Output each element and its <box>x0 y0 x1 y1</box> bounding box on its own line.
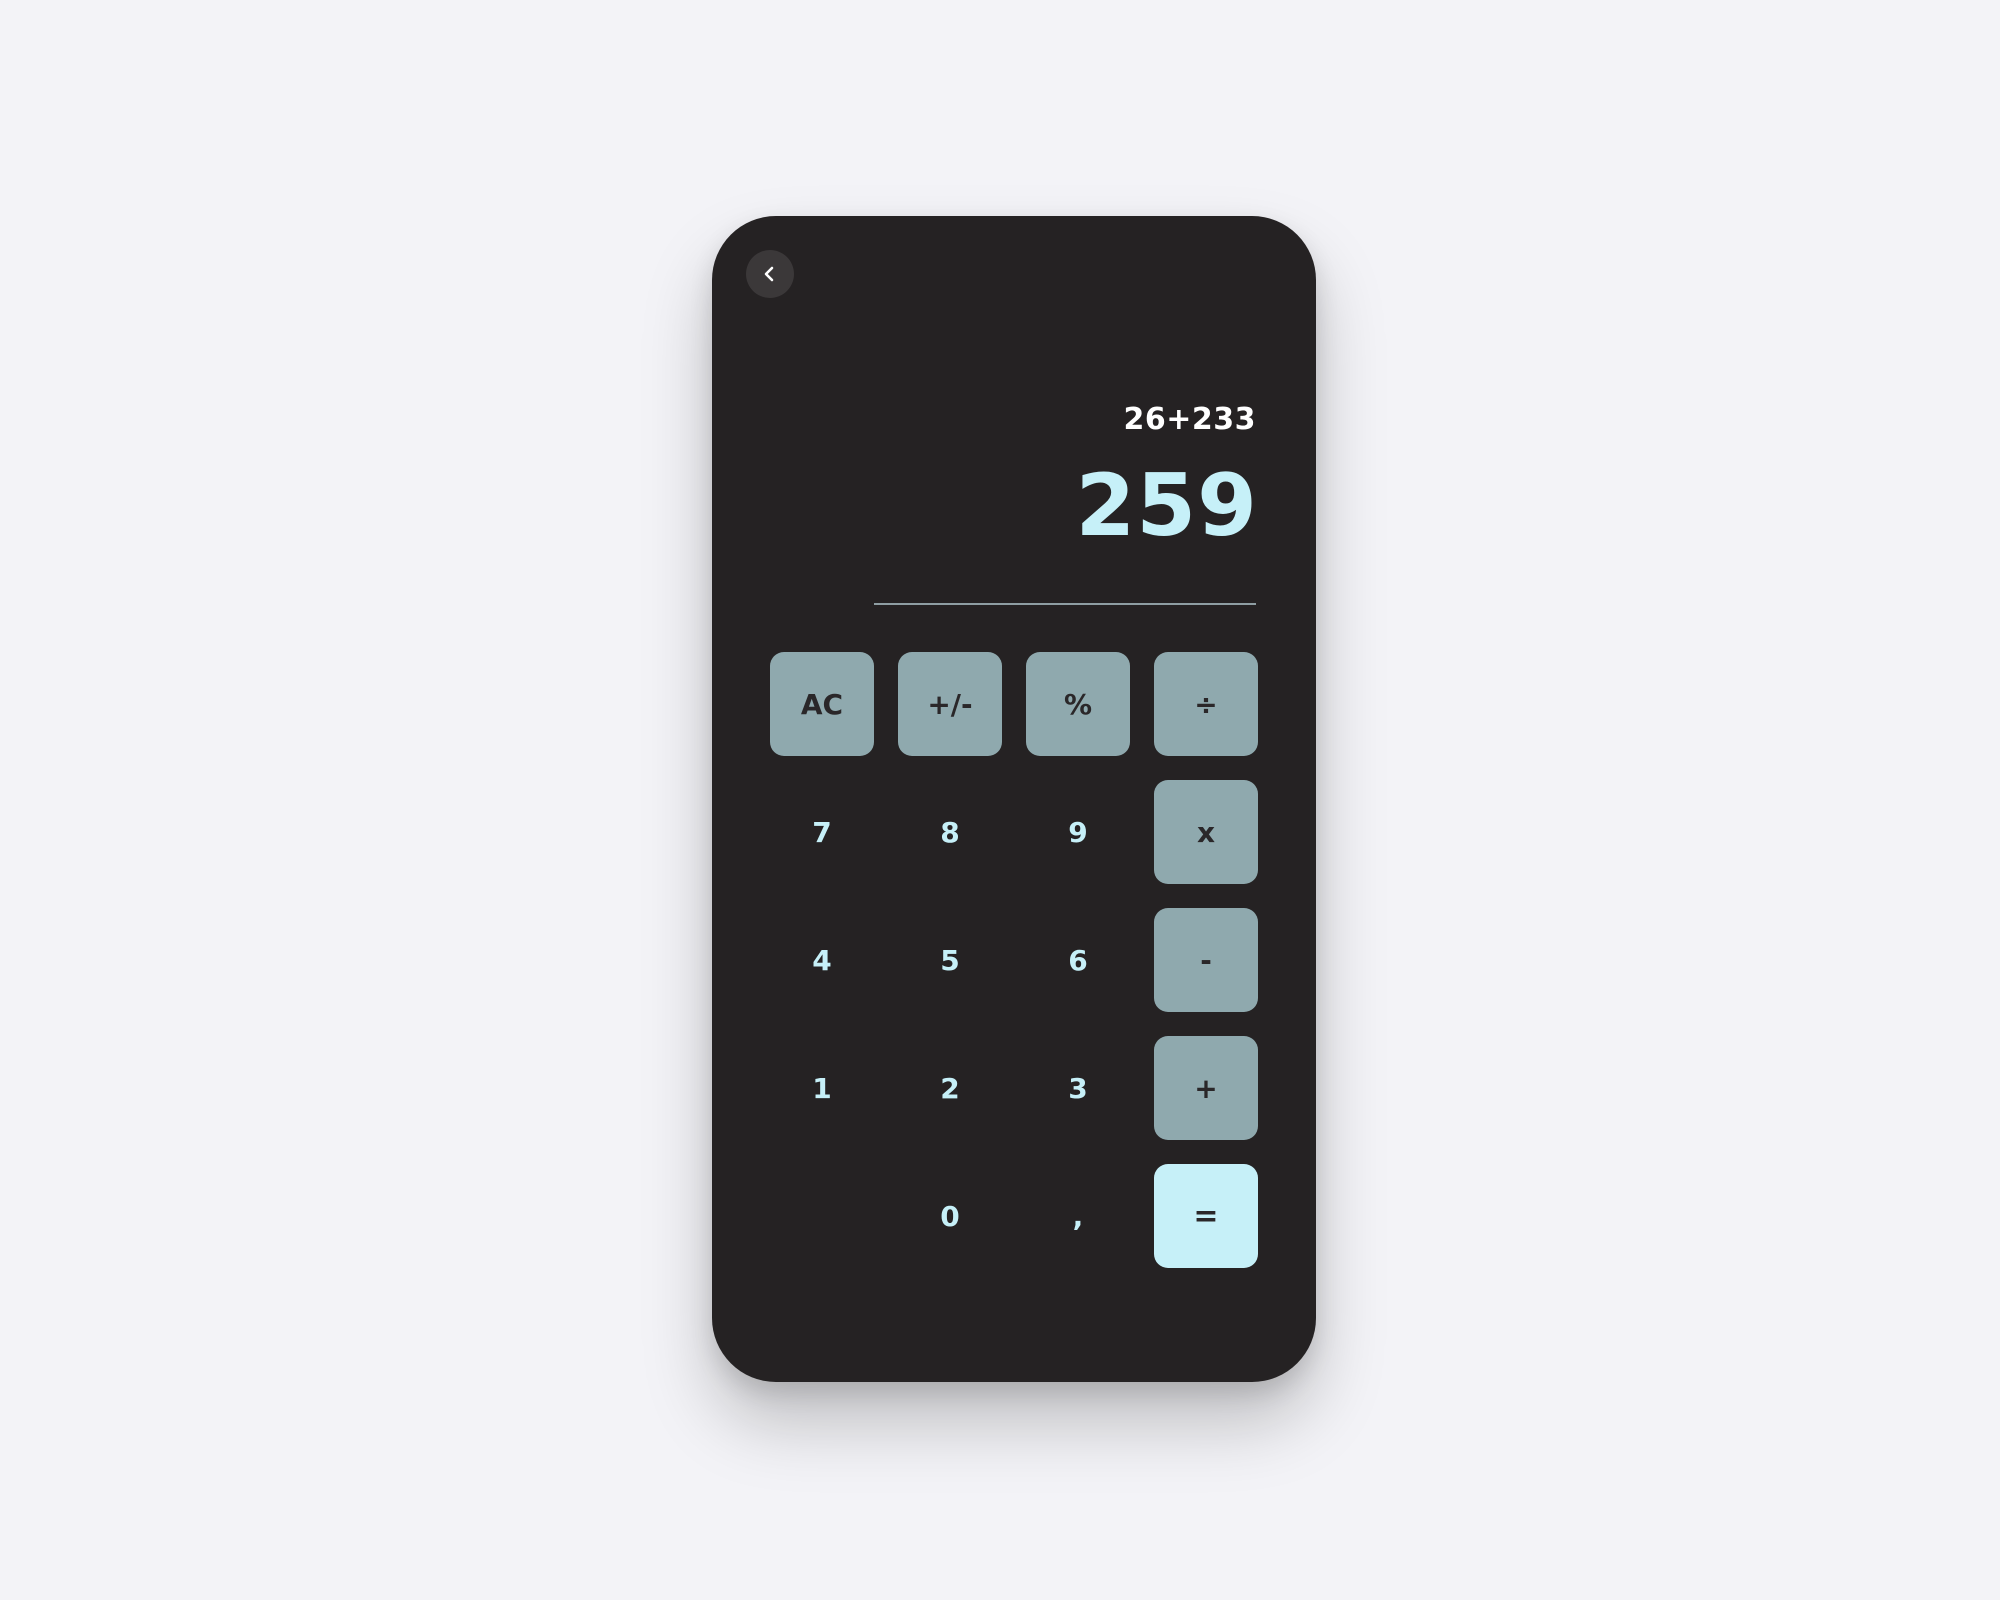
digit-3-button[interactable]: 3 <box>1026 1036 1130 1140</box>
plus-button[interactable]: + <box>1154 1036 1258 1140</box>
display-divider <box>874 603 1256 605</box>
multiply-button[interactable]: x <box>1154 780 1258 884</box>
digit-5-button[interactable]: 5 <box>898 908 1002 1012</box>
digit-2-button[interactable]: 2 <box>898 1036 1002 1140</box>
digit-9-button[interactable]: 9 <box>1026 780 1130 884</box>
plus-minus-button[interactable]: +/- <box>898 652 1002 756</box>
result-display: 259 <box>1075 456 1258 556</box>
ac-button[interactable]: AC <box>770 652 874 756</box>
digit-0-button[interactable]: 0 <box>898 1164 1002 1268</box>
digit-4-button[interactable]: 4 <box>770 908 874 1012</box>
divide-button[interactable]: ÷ <box>1154 652 1258 756</box>
chevron-left-icon <box>761 265 779 283</box>
keypad: AC +/- % ÷ 7 8 9 x 4 5 6 - 1 2 3 + 0 , = <box>770 652 1258 1268</box>
digit-6-button[interactable]: 6 <box>1026 908 1130 1012</box>
digit-1-button[interactable]: 1 <box>770 1036 874 1140</box>
equals-button[interactable]: = <box>1154 1164 1258 1268</box>
digit-8-button[interactable]: 8 <box>898 780 1002 884</box>
digit-7-button[interactable]: 7 <box>770 780 874 884</box>
empty-key-slot <box>770 1164 874 1268</box>
calculator-panel: 26+233 259 AC +/- % ÷ 7 8 9 x 4 5 6 - 1 … <box>712 216 1316 1382</box>
minus-button[interactable]: - <box>1154 908 1258 1012</box>
percent-button[interactable]: % <box>1026 652 1130 756</box>
expression-display: 26+233 <box>1123 402 1256 437</box>
decimal-button[interactable]: , <box>1026 1164 1130 1268</box>
back-button[interactable] <box>746 250 794 298</box>
